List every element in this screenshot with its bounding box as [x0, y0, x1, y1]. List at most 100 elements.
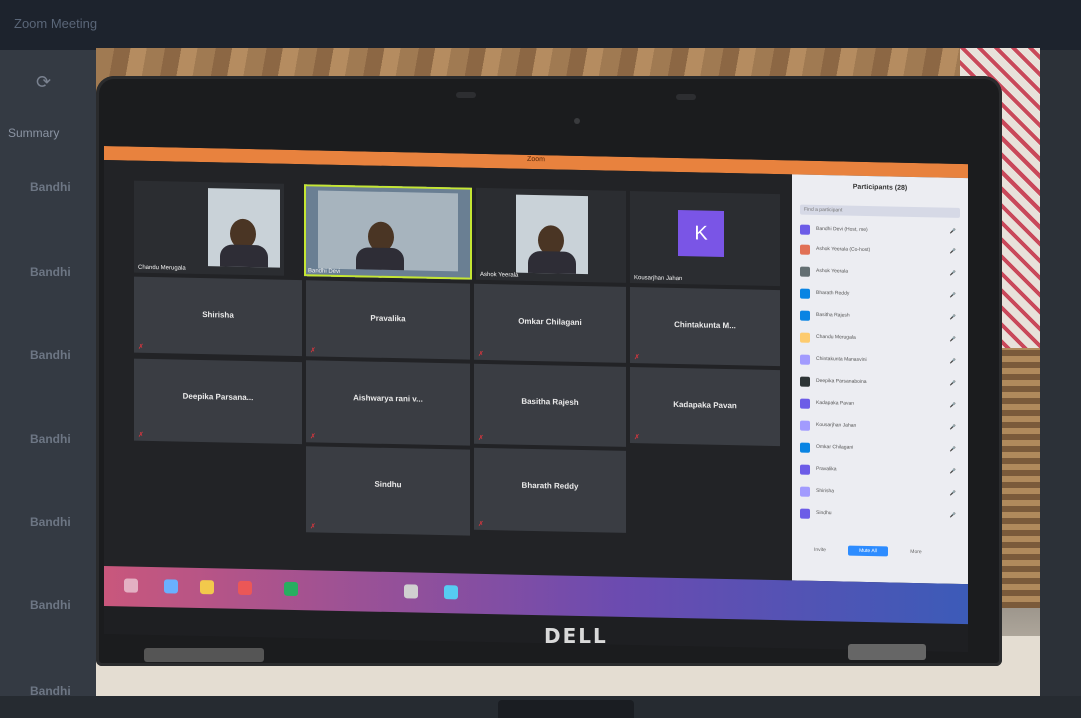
list-item[interactable]: Bandhi	[30, 515, 71, 529]
participant-tile[interactable]: Bharath Reddy ✗	[474, 447, 626, 533]
avatar	[800, 376, 810, 387]
participant-row[interactable]: Deepika Parsanaboina 🎤	[800, 375, 960, 392]
muted-mic-icon: ✗	[310, 433, 316, 441]
participant-name: Pravalika	[370, 313, 406, 324]
mic-icon[interactable]: 🎤	[950, 359, 956, 365]
mic-icon[interactable]: 🎤	[950, 469, 956, 475]
participant-name: Deepika Parsana...	[182, 391, 254, 403]
participant-row[interactable]: Kousarjhan Jahan 🎤	[800, 419, 960, 436]
video-tile-active-speaker[interactable]: Bandhi Devi	[304, 184, 472, 280]
participant-name: Bharath Reddy	[521, 480, 579, 491]
participant-row[interactable]: Bharath Reddy 🎤	[800, 287, 960, 304]
participant-name: Chintakunta M...	[674, 319, 736, 331]
participant-row[interactable]: Omkar Chilagani 🎤	[800, 441, 960, 458]
participant-tile[interactable]: Kadapaka Pavan ✗	[630, 367, 780, 447]
participant-name: Kousarjhan Jahan	[816, 421, 857, 429]
mic-icon[interactable]: 🎤	[950, 381, 956, 387]
participant-search-input[interactable]: Find a participant	[800, 204, 960, 218]
participant-name: Omkar Chilagani	[816, 443, 854, 451]
list-item[interactable]: Bandhi	[30, 432, 71, 446]
participant-row[interactable]: Bandhi Devi (Host, me) 🎤	[800, 223, 960, 240]
muted-mic-icon: ✗	[478, 350, 484, 358]
mic-icon[interactable]: 🎤	[950, 293, 956, 299]
mic-icon[interactable]: 🎤	[950, 249, 956, 255]
refresh-icon[interactable]: ⟳	[36, 72, 51, 93]
list-item[interactable]: Bandhi	[30, 348, 71, 362]
avatar	[800, 464, 810, 475]
mic-icon[interactable]: 🎤	[950, 425, 956, 431]
participant-name: Ashok Yeerala	[816, 267, 848, 275]
list-item[interactable]: Bandhi	[30, 265, 71, 279]
participant-tile[interactable]: Deepika Parsana... ✗	[134, 358, 302, 445]
participant-row[interactable]: Pravalika 🎤	[800, 463, 960, 480]
muted-mic-icon: ✗	[478, 520, 484, 528]
avatar: K	[678, 210, 724, 257]
participant-name: Shirisha	[816, 487, 835, 495]
participant-tile[interactable]: Aishwarya rani v... ✗	[306, 360, 470, 446]
media-icon[interactable]	[238, 580, 252, 596]
mute-all-button[interactable]: Mute All	[848, 545, 888, 557]
avatar	[800, 288, 810, 299]
participant-tile[interactable]: Chintakunta M... ✗	[630, 287, 780, 367]
avatar	[800, 420, 810, 431]
mic-icon[interactable]: 🎤	[950, 337, 956, 343]
folder-icon[interactable]	[200, 580, 214, 595]
chrome-icon[interactable]	[284, 581, 298, 597]
participant-tile[interactable]: Pravalika ✗	[306, 280, 470, 360]
participant-video	[208, 188, 280, 268]
dell-logo: DELL	[544, 624, 608, 648]
invite-button[interactable]: Invite	[800, 545, 840, 556]
participants-title: Participants (28)	[852, 183, 908, 192]
video-tile[interactable]: Ashok Yeerala	[476, 187, 626, 283]
participant-name: Pravalika	[816, 465, 837, 473]
participant-row[interactable]: Shirisha 🎤	[800, 485, 960, 502]
footer-control[interactable]	[498, 700, 634, 718]
hinge	[144, 648, 264, 662]
participant-row[interactable]: Kadapaka Pavan 🎤	[800, 397, 960, 414]
list-item[interactable]: Bandhi	[30, 180, 71, 194]
mic-icon[interactable]: 🎤	[950, 229, 956, 235]
avatar	[800, 486, 810, 497]
participants-panel: Participants (28) Find a participant Ban…	[792, 174, 968, 585]
participant-row[interactable]: Basitha Rajesh 🎤	[800, 309, 960, 326]
app-topbar: Zoom Meeting	[0, 0, 1081, 50]
participant-tile[interactable]: Basitha Rajesh ✗	[474, 363, 626, 447]
participant-name: Deepika Parsanaboina	[816, 377, 867, 385]
participant-name: Chandu Merugala	[816, 333, 856, 341]
participant-name: Sindhu	[374, 479, 402, 490]
mic-icon[interactable]: 🎤	[950, 315, 956, 321]
avatar	[800, 442, 810, 453]
mic-icon[interactable]: 🎤	[950, 403, 956, 409]
participant-row[interactable]: Ashok Yeerala (Co-host) 🎤	[800, 243, 960, 260]
list-item[interactable]: Bandhi	[30, 598, 71, 612]
summary-tab[interactable]: Summary	[8, 126, 59, 140]
bezel-mark	[676, 94, 696, 100]
video-tile[interactable]: Chandu Merugala	[134, 180, 284, 276]
mic-icon[interactable]: 🎤	[950, 271, 956, 277]
mic-icon[interactable]: 🎤	[950, 447, 956, 453]
participant-name: Kousarjhan Jahan	[634, 275, 683, 283]
participant-tile[interactable]: Sindhu ✗	[306, 446, 470, 536]
hinge	[848, 644, 926, 660]
participant-name: Aishwarya rani v...	[353, 393, 423, 404]
mic-icon[interactable]: 🎤	[950, 513, 956, 519]
participant-tile[interactable]: Shirisha ✗	[134, 276, 302, 357]
app-icon[interactable]	[404, 584, 418, 599]
muted-mic-icon: ✗	[138, 343, 144, 351]
start-icon[interactable]	[124, 578, 138, 593]
more-button[interactable]: More	[896, 547, 936, 558]
participant-name: Kadapaka Pavan	[816, 399, 855, 407]
participant-name: Basitha Rajesh	[816, 311, 850, 319]
video-tile[interactable]: K Kousarjhan Jahan	[630, 191, 780, 287]
avatar	[800, 310, 810, 321]
participant-row[interactable]: Chintakunta Manasvini 🎤	[800, 353, 960, 370]
chair-back	[1000, 348, 1040, 608]
participant-tile[interactable]: Omkar Chilagani ✗	[474, 283, 626, 363]
avatar	[800, 398, 810, 409]
participant-row[interactable]: Chandu Merugala 🎤	[800, 331, 960, 348]
participant-row[interactable]: Sindhu 🎤	[800, 507, 960, 524]
ie-icon[interactable]	[164, 579, 178, 594]
participant-row[interactable]: Ashok Yeerala 🎤	[800, 265, 960, 282]
zoom-icon[interactable]	[444, 585, 458, 600]
mic-icon[interactable]: 🎤	[950, 491, 956, 497]
